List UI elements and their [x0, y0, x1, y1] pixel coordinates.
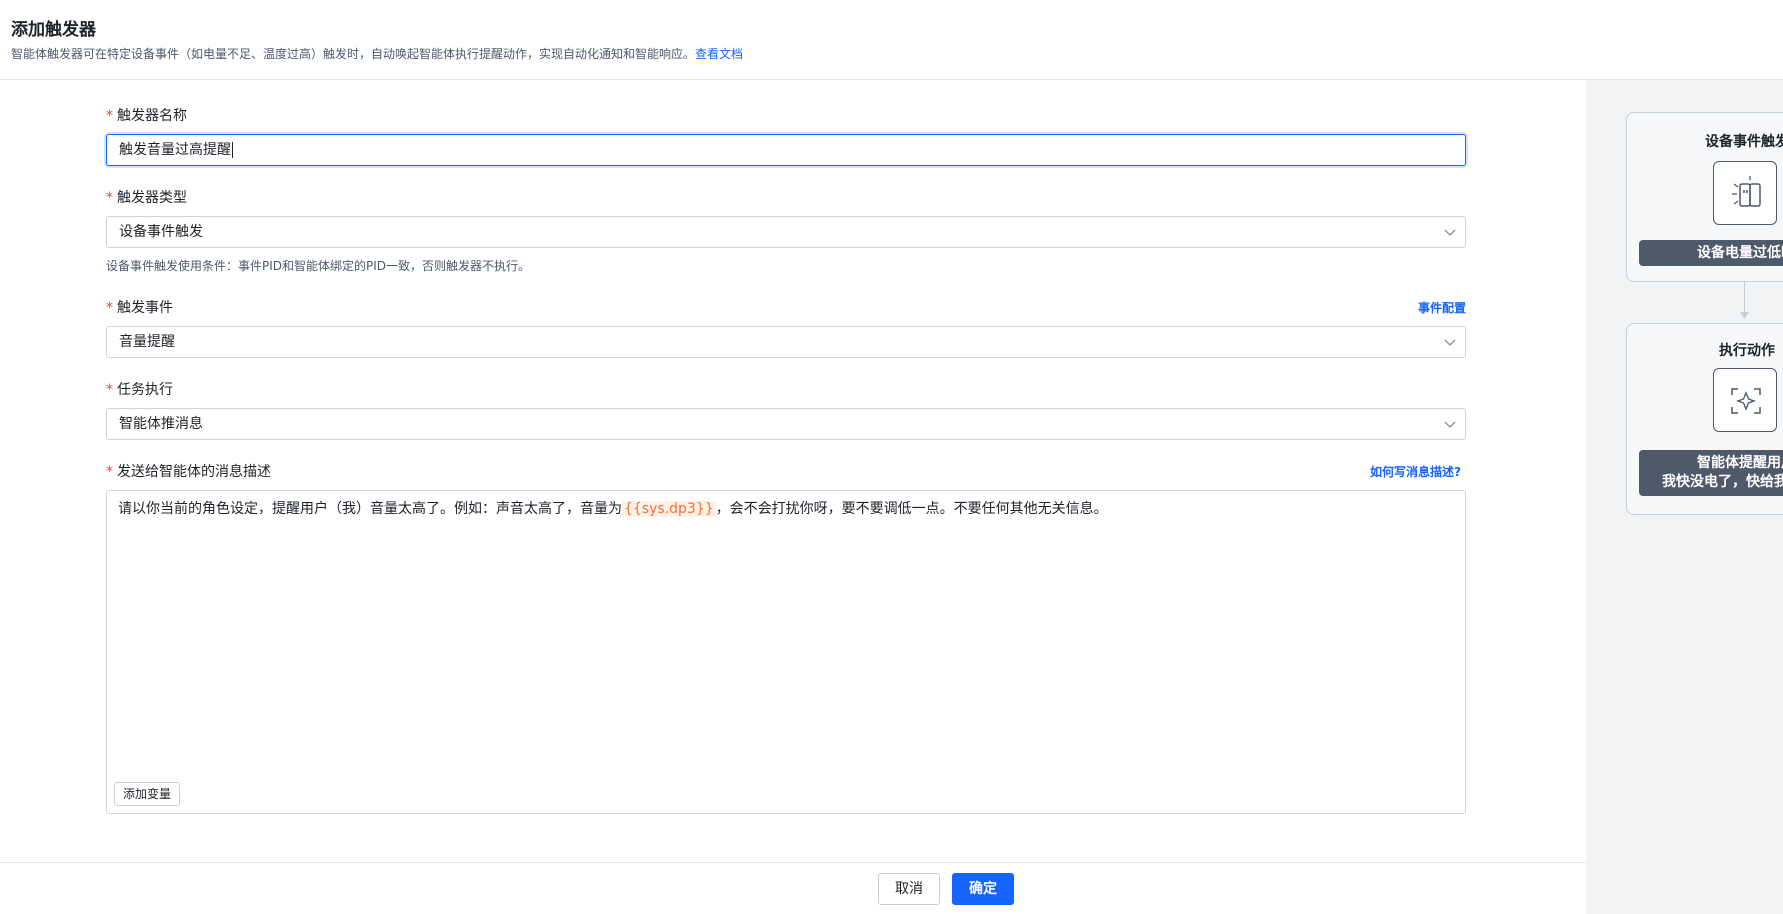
- trigger-type-hint: 设备事件触发使用条件：事件PID和智能体绑定的PID一致，否则触发器不执行。: [106, 259, 531, 273]
- chevron-down-icon: [1444, 229, 1456, 236]
- trigger-condition-text: 设备电量过低时: [1697, 245, 1783, 261]
- required-mark: *: [106, 464, 113, 480]
- text-caret: [232, 142, 233, 158]
- view-docs-link[interactable]: 查看文档: [695, 47, 743, 61]
- trigger-event-select[interactable]: 音量提醒: [106, 326, 1466, 358]
- task-execution-label-text: 任务执行: [117, 382, 173, 398]
- action-pill-line2: 我快没电了，快给我充电: [1662, 474, 1783, 490]
- message-description-label: * 发送给智能体的消息描述: [106, 461, 271, 481]
- page-title: 添加触发器: [11, 20, 96, 40]
- trigger-event-label: * 触发事件: [106, 297, 173, 317]
- trigger-name-input[interactable]: 触发音量过高提醒: [106, 134, 1466, 166]
- trigger-type-select[interactable]: 设备事件触发: [106, 216, 1466, 248]
- trigger-card: 设备事件触发 设备电量过低时: [1626, 112, 1783, 282]
- message-text-before: 请以你当前的角色设定，提醒用户（我）音量太高了。例如：声音太高了，音量为: [118, 501, 622, 517]
- trigger-form: * 触发器名称 触发音量过高提醒 * 触发器类型 设备事件触发 设备事件触发使用条件…: [0, 80, 1586, 862]
- action-card-title: 执行动作: [1719, 343, 1775, 359]
- event-config-link[interactable]: 事件配置: [1418, 299, 1466, 316]
- message-description-label-text: 发送给智能体的消息描述: [117, 464, 271, 480]
- required-mark: *: [106, 190, 113, 206]
- sparkle-action-icon: [1713, 368, 1777, 432]
- task-execution-value: 智能体推消息: [119, 416, 203, 432]
- message-text-after: ，会不会打扰你呀，要不要调低一点。不要任何其他无关信息。: [715, 501, 1108, 517]
- message-help-link[interactable]: 如何写消息描述?: [1370, 463, 1461, 480]
- header-description: 智能体触发器可在特定设备事件（如电量不足、温度过高）触发时，自动唤起智能体执行提…: [11, 45, 743, 62]
- action-pill-line1: 智能体提醒用户: [1697, 455, 1783, 471]
- trigger-condition-pill: 设备电量过低时: [1639, 240, 1783, 266]
- chevron-down-icon: [1444, 339, 1456, 346]
- cancel-button[interactable]: 取消: [878, 873, 940, 905]
- required-mark: *: [106, 108, 113, 124]
- trigger-card-title: 设备事件触发: [1705, 134, 1783, 150]
- trigger-type-value: 设备事件触发: [119, 224, 203, 240]
- required-mark: *: [106, 382, 113, 398]
- add-variable-button[interactable]: 添加变量: [114, 782, 181, 806]
- task-execution-select[interactable]: 智能体推消息: [106, 408, 1466, 440]
- confirm-button[interactable]: 确定: [952, 873, 1014, 905]
- trigger-name-label: * 触发器名称: [106, 105, 187, 125]
- action-message-pill: 智能体提醒用户 我快没电了，快给我充电: [1639, 450, 1783, 496]
- message-description-textarea[interactable]: 请以你当前的角色设定，提醒用户（我）音量太高了。例如：声音太高了，音量为 {{sy…: [106, 490, 1466, 814]
- action-card: 执行动作 智能体提醒用户 我快没电了，快给我充电: [1626, 323, 1783, 515]
- dialog-header: 添加触发器 智能体触发器可在特定设备事件（如电量不足、温度过高）触发时，自动唤起…: [0, 0, 1783, 80]
- trigger-type-label-text: 触发器类型: [117, 190, 187, 206]
- trigger-event-value: 音量提醒: [119, 334, 175, 350]
- device-event-icon: [1713, 161, 1777, 225]
- dialog-footer: 取消 确定: [0, 862, 1586, 914]
- trigger-type-label: * 触发器类型: [106, 187, 187, 207]
- arrow-down-icon: [1740, 312, 1749, 319]
- trigger-preview-panel: 设备事件触发 设备电量过低时 执行动: [1586, 80, 1783, 914]
- chevron-down-icon: [1444, 421, 1456, 428]
- trigger-dialog: 涂鸦智能-5289 涂鸦智能-5289 涂鸦智能-5289 涂鸦智能-5289 …: [0, 0, 1783, 914]
- variable-tag[interactable]: {{sys.dp3}}: [622, 501, 716, 517]
- task-execution-label: * 任务执行: [106, 379, 173, 399]
- trigger-event-label-text: 触发事件: [117, 300, 173, 316]
- description-text: 智能体触发器可在特定设备事件（如电量不足、温度过高）触发时，自动唤起智能体执行提…: [11, 47, 696, 61]
- trigger-name-label-text: 触发器名称: [117, 108, 187, 124]
- required-mark: *: [106, 300, 113, 316]
- trigger-name-value: 触发音量过高提醒: [119, 142, 231, 158]
